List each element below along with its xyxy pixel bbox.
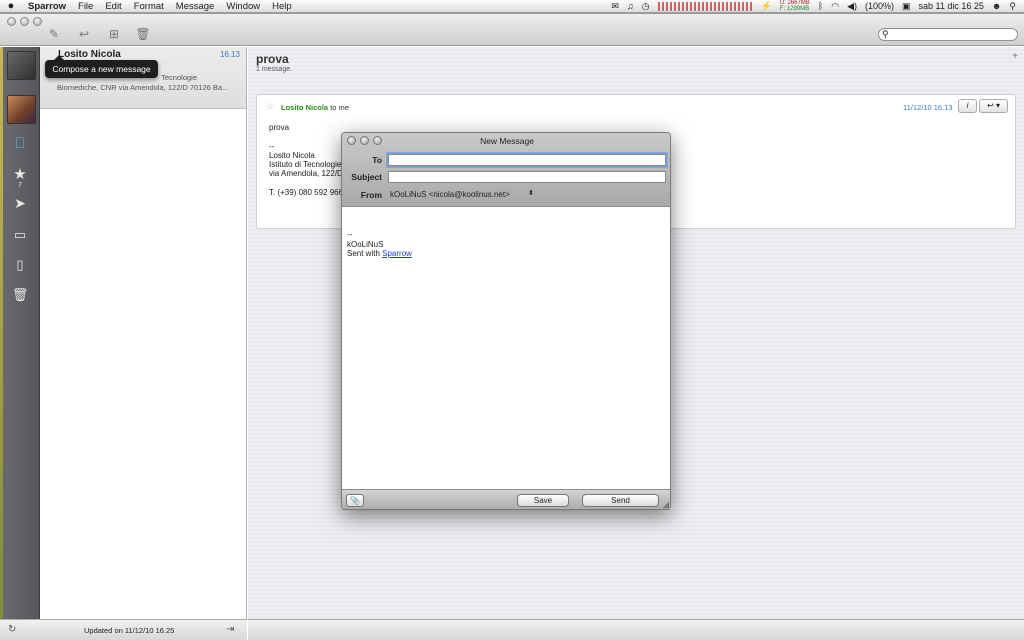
list-item-sender: Losito Nicola xyxy=(58,49,121,60)
dropbox-icon[interactable]: ⚡ xyxy=(761,1,772,12)
window-toolbar: ✎ ↩ ⊞ 🗑 ⚲ xyxy=(0,14,1024,46)
menu-format[interactable]: Format xyxy=(128,1,170,12)
menu-file[interactable]: File xyxy=(72,1,99,12)
music-icon[interactable]: ♫ xyxy=(627,1,634,11)
minimize-window-button[interactable] xyxy=(20,17,29,26)
body-line: -- xyxy=(269,141,275,151)
menu-window[interactable]: Window xyxy=(220,1,266,12)
input-flag-icon[interactable]: ▣ xyxy=(902,1,911,12)
signature-dash: -- xyxy=(347,230,353,239)
updated-status: Updated on 11/12/10 16.25 xyxy=(84,626,175,635)
network-graph xyxy=(657,1,753,11)
subject-label: Subject xyxy=(351,172,382,182)
memory-monitor: U: 2667MB F: 1299MB xyxy=(780,0,810,12)
attachment-paperclip-icon[interactable]: 📎 xyxy=(346,494,364,507)
thread-subject: prova xyxy=(256,52,289,66)
menu-bar: ● Sparrow File Edit Format Message Windo… xyxy=(0,0,1024,13)
volume-icon[interactable]: ◀) xyxy=(847,1,857,12)
signature-sent-with: Sent with Sparrow xyxy=(347,249,412,259)
list-item-time: 16.13 xyxy=(219,50,240,59)
user-icon[interactable]: ☻ xyxy=(992,1,1001,11)
inbox-icon[interactable]: ⎕ xyxy=(10,135,30,152)
sign-out-icon[interactable]: ⇥ xyxy=(226,624,234,635)
body-line: via Amendola, 122/D xyxy=(269,169,343,179)
expand-plus-icon[interactable]: + xyxy=(1012,51,1018,62)
menu-edit[interactable]: Edit xyxy=(99,1,127,12)
starred-icon[interactable]: ★ xyxy=(10,165,30,183)
body-line: Istituto di Tecnologie xyxy=(269,160,342,170)
close-window-button[interactable] xyxy=(7,17,16,26)
starred-count: 7 xyxy=(18,182,22,189)
thread-count: 1 message. xyxy=(256,66,293,73)
memory-free: F: 1299MB xyxy=(779,6,810,12)
zoom-window-button[interactable] xyxy=(33,17,42,26)
body-line: T. (+39) 080 592 966 xyxy=(269,188,344,198)
trash-folder-icon[interactable]: 🗑 xyxy=(10,287,30,303)
body-line xyxy=(269,132,343,141)
wifi-icon[interactable]: ◠ xyxy=(831,1,839,12)
bluetooth-icon[interactable]: ᛒ xyxy=(818,1,823,11)
new-message-window: New Message To Subject From kOoLiNuS <ni… xyxy=(341,132,671,510)
select-arrows-icon[interactable]: ⬍ xyxy=(528,189,534,197)
compose-tooltip: Compose a new message xyxy=(45,55,158,78)
body-line xyxy=(269,179,343,188)
subject-field[interactable] xyxy=(388,171,666,183)
time-machine-icon[interactable]: ◷ xyxy=(642,1,650,12)
list-footer: ↻ Updated on 11/12/10 16.25 ⇥ xyxy=(0,619,247,640)
trash-icon[interactable]: 🗑 xyxy=(135,27,151,41)
menu-sparrow[interactable]: Sparrow xyxy=(22,1,72,12)
avatar-account-1[interactable] xyxy=(7,51,36,80)
menu-help[interactable]: Help xyxy=(266,1,298,12)
signature-name: kOoLiNuS xyxy=(347,239,384,249)
message-date: 11/12/10 16.13 xyxy=(903,103,953,112)
sidebar-accent xyxy=(0,47,3,640)
sent-with-text: Sent with xyxy=(347,249,383,258)
from-select[interactable]: kOoLiNuS <nicola@koolinus.net> xyxy=(390,190,510,199)
to-label: To xyxy=(372,155,382,165)
send-button[interactable]: Send xyxy=(582,494,659,507)
body-line: prova xyxy=(269,123,290,132)
mail-status-icon[interactable]: ✉ xyxy=(611,1,619,12)
search-input[interactable]: ⚲ xyxy=(878,28,1018,41)
message-from: Losito Nicola to me xyxy=(281,103,349,112)
clock[interactable]: sab 11 dic 16 25 xyxy=(919,1,984,11)
avatar-account-2[interactable] xyxy=(7,95,36,124)
pane-footer xyxy=(248,619,1024,640)
save-button[interactable]: Save xyxy=(517,494,569,507)
resize-grip-icon[interactable]: ◢ xyxy=(663,500,669,509)
refresh-icon[interactable]: ↻ xyxy=(8,624,16,635)
star-icon[interactable]: ☆ xyxy=(266,101,274,112)
reply-arrow-icon[interactable]: ↩ xyxy=(76,27,92,41)
account-sidebar: ⎕ ★ 7 ➤ ▭ ▯ 🗑 xyxy=(0,47,40,640)
to-field[interactable] xyxy=(388,154,666,166)
sent-icon[interactable]: ➤ xyxy=(10,195,30,212)
compose-title: New Message xyxy=(480,136,534,146)
spotlight-icon[interactable]: ⚲ xyxy=(1009,1,1016,12)
body-line: Losito Nicola xyxy=(269,150,315,160)
compose-header: New Message To Subject From kOoLiNuS <ni… xyxy=(342,133,670,207)
compose-body[interactable]: -- kOoLiNuS Sent with Sparrow xyxy=(347,230,412,259)
message-body: prova -- Losito Nicola Istituto di Tecno… xyxy=(269,123,343,197)
search-icon: ⚲ xyxy=(882,29,889,39)
apple-menu-icon[interactable]: ● xyxy=(0,0,22,12)
from-label: From xyxy=(360,190,382,200)
archive-box-icon[interactable]: ⊞ xyxy=(106,27,122,41)
pencil-compose-icon[interactable]: ✎ xyxy=(46,27,62,41)
message-list: Losito Nicola 16.13 Tecnologie Biomedich… xyxy=(40,47,247,619)
message-sender[interactable]: Losito Nicola xyxy=(281,103,328,112)
compose-footer: 📎 Save Send ◢ xyxy=(342,489,670,509)
message-recipient: to me xyxy=(330,103,349,112)
archive-icon[interactable]: ▭ xyxy=(10,227,30,243)
menu-message[interactable]: Message xyxy=(170,1,221,12)
reply-menu-button[interactable]: ↩ ▾ xyxy=(979,99,1008,113)
sparrow-link[interactable]: Sparrow xyxy=(382,249,412,258)
list-item[interactable]: Losito Nicola 16.13 Tecnologie Biomedich… xyxy=(40,47,246,109)
battery-status[interactable]: (100%) xyxy=(865,1,894,11)
preview-line-2: Biomediche, CNR via Amendola, 122/D 7012… xyxy=(57,83,229,92)
drafts-icon[interactable]: ▯ xyxy=(10,257,30,273)
info-button[interactable]: i xyxy=(958,99,977,113)
